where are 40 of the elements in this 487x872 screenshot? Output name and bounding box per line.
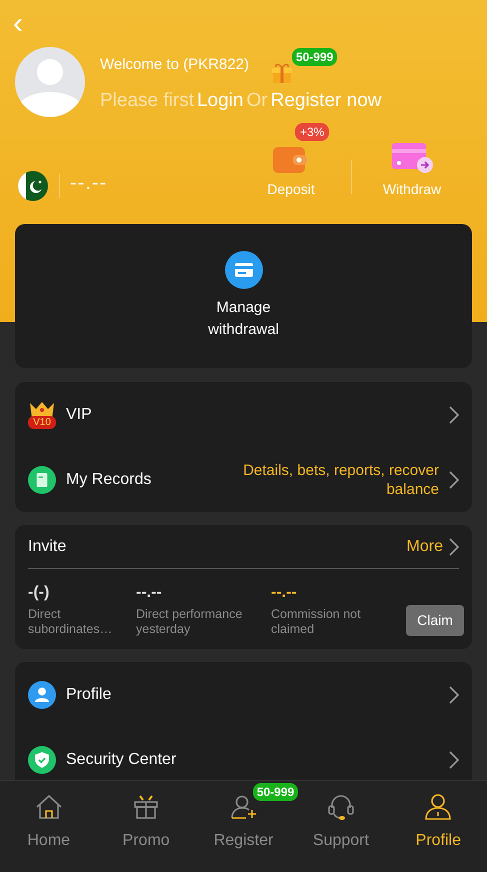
balance-amount: --.-- xyxy=(70,171,108,196)
chevron-right-icon xyxy=(449,750,459,768)
chevron-right-icon xyxy=(449,686,459,704)
nav-tab[interactable]: Promo xyxy=(122,791,170,853)
stat-value: --.-- xyxy=(136,583,163,603)
more-link[interactable]: More xyxy=(406,534,443,558)
menu-item[interactable]: V10 VIP xyxy=(28,382,459,447)
clipboard-icon xyxy=(28,466,56,494)
welcome-text: Welcome to (PKR822) xyxy=(100,56,249,74)
user-icon xyxy=(28,680,56,708)
bonus-badge: +3% xyxy=(295,123,330,141)
manage-withdrawal-button[interactable]: Manage withdrawal xyxy=(208,251,279,341)
wallet-card-icon xyxy=(224,251,262,289)
chevron-right-icon xyxy=(449,538,459,556)
stat-value: -(-) xyxy=(28,583,50,603)
claim-button[interactable]: Claim xyxy=(406,605,464,636)
menu-item[interactable]: My Records Details, bets, reports, recover balance xyxy=(28,447,459,512)
prompt-text: Or xyxy=(246,89,268,113)
nav-tab[interactable]: Profile xyxy=(416,791,461,853)
stat-label: Commission not claimed xyxy=(271,607,362,637)
nav-tab[interactable]: Support xyxy=(312,791,369,853)
bonus-badge: 50-999 xyxy=(252,783,298,801)
menu-item[interactable]: Security Center xyxy=(28,727,459,780)
stat-value: --.-- xyxy=(271,583,298,603)
menu-item[interactable]: Profile xyxy=(28,662,459,727)
avatar-icon xyxy=(15,46,85,118)
vip-level-badge: V10 xyxy=(28,416,56,428)
bonus-badge: 50-999 xyxy=(292,48,338,66)
records-detail: Details, bets, reports, recover balance xyxy=(242,460,439,498)
prompt-text: Please first xyxy=(100,89,194,113)
stat-label: Direct performance yesterday xyxy=(136,607,244,637)
flag-icon xyxy=(17,170,49,202)
chevron-right-icon xyxy=(449,406,459,424)
stat-label: Direct subordinates… xyxy=(28,607,114,637)
shield-icon xyxy=(28,746,56,774)
invite-title: Invite xyxy=(28,536,68,556)
chevron-right-icon xyxy=(449,470,459,488)
gift-icon xyxy=(270,62,293,84)
nav-tab[interactable]: Home xyxy=(27,791,70,853)
card-icon xyxy=(390,141,434,175)
